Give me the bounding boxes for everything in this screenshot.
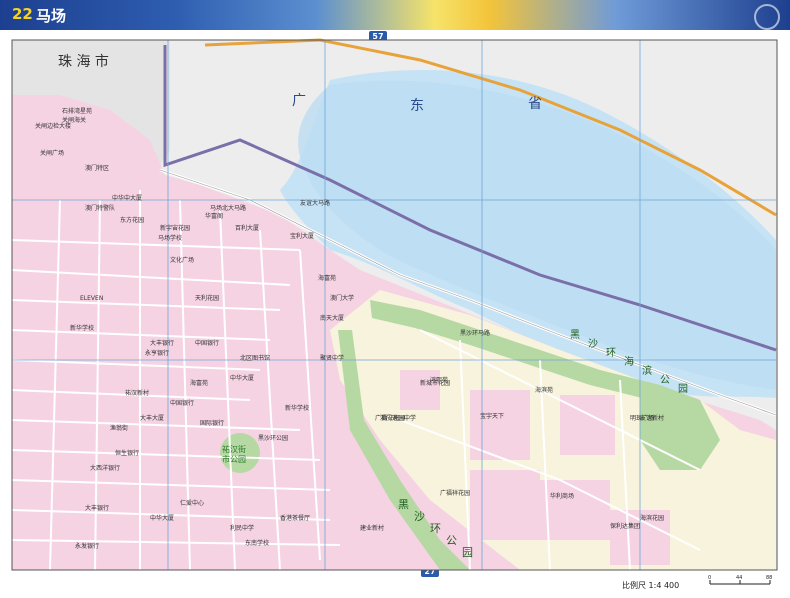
hei-sha-char-0: 黑 — [398, 498, 409, 511]
place-label: 海富苑 — [318, 274, 336, 282]
place-label: 中华中大厦 — [112, 194, 142, 202]
scale-tick-88: 88 — [766, 575, 772, 581]
place-label: 永发银行 — [75, 542, 99, 550]
place-label: 中华大厦 — [230, 374, 254, 382]
place-label: 祐汉新村 — [125, 389, 149, 397]
place-label: 大西洋银行 — [90, 464, 120, 472]
hei-sha-char-6: 公 — [446, 534, 457, 547]
place-label: 关闸广场 — [40, 149, 64, 157]
place-label: 文化广场 — [170, 256, 194, 264]
scale-ratio: 1:4 400 — [648, 581, 680, 590]
place-label: 澳门特警队 — [85, 204, 115, 212]
place-label: 中国银行 — [170, 399, 194, 407]
place-label: 渔翁街 — [110, 424, 128, 432]
scale-tick-0: 0 — [708, 575, 711, 581]
hei-sha-north-char-1: 沙 — [588, 338, 598, 350]
place-label: 华富阁 — [205, 212, 223, 220]
place-label: 鸿熙苑 — [430, 376, 448, 384]
place-label: 聚贤中学 — [320, 354, 344, 362]
place-label: 马场学校 — [158, 234, 182, 242]
hei-sha-north-char-0: 黑 — [570, 329, 580, 341]
hei-sha-north-char-3: 海 — [624, 355, 634, 368]
place-label: 建业新村 — [360, 524, 384, 532]
place-label: 新华学校 — [285, 404, 309, 412]
place-label: 国际银行 — [200, 419, 224, 427]
scale-ticks: 0 44 88 — [708, 575, 772, 585]
guangdong-char-2: 省 — [528, 96, 542, 112]
place-label: 大丰大厦 — [140, 414, 164, 422]
place-label: 大丰银行 — [85, 504, 109, 512]
place-label: 明珠广场 — [630, 414, 654, 422]
place-label: 南天大厦 — [320, 314, 344, 322]
park-label-mid: 祐汉街 — [222, 444, 246, 454]
place-label: 东方花园 — [120, 216, 144, 224]
place-label: 永亨银行 — [145, 349, 169, 357]
hei-sha-char-8: 园 — [462, 546, 473, 559]
place-label: 仁爱中心 — [180, 499, 204, 507]
place-label: 黑沙环公园 — [258, 435, 288, 442]
place-label: 新宇宙花园 — [160, 224, 190, 232]
place-label: 新华学校 — [70, 324, 94, 332]
map-page: 22 马场 57 27 ABCDE ABCD — [0, 0, 790, 598]
place-label: 恒生银行 — [115, 449, 139, 457]
place-label: 中国银行 — [195, 339, 219, 347]
scale-bar: 比例尺 1:4 400 — [622, 580, 679, 591]
region-zhuhai-label: 珠 海 市 — [58, 53, 109, 70]
place-label: 宝宇天下 — [480, 412, 504, 420]
hei-sha-char-2: 沙 — [414, 510, 425, 523]
guangdong-char-0: 广 — [292, 93, 306, 109]
park-label-mid-2: 市公园 — [222, 454, 246, 464]
place-label: 海滨苑 — [535, 386, 553, 394]
place-label: 石排湾星苑 — [62, 107, 92, 115]
place-label: 百利大厦 — [235, 224, 259, 232]
place-label: 香港茶餐厅 — [280, 514, 310, 522]
place-label: ELEVEN — [80, 295, 103, 302]
place-label: 东南学校 — [245, 539, 269, 547]
hei-sha-north-char-5: 公 — [660, 375, 670, 386]
place-label: 中华大厦 — [150, 514, 174, 522]
place-label: 马场北大马路 — [210, 204, 246, 212]
place-label: 保利达集团 — [610, 522, 640, 530]
hei-sha-north-char-2: 环 — [606, 348, 616, 359]
place-label: 海富苑 — [190, 379, 208, 387]
place-label: 广福祥花园 — [440, 489, 470, 497]
guangdong-char-1: 东 — [410, 98, 424, 114]
place-label: 大丰银行 — [150, 339, 174, 347]
place-label: 海滨花园 — [640, 514, 664, 522]
place-label: 澳门特区 — [85, 164, 109, 172]
place-label: 华利商场 — [550, 492, 574, 500]
place-label: 天利花园 — [195, 294, 219, 302]
scale-label: 比例尺 — [622, 581, 646, 590]
place-label: 利民中学 — [230, 524, 254, 532]
place-label: 广福安花园 — [375, 414, 405, 422]
place-label: 关闸边检大楼 — [35, 122, 71, 130]
place-label: 澳门大学 — [330, 294, 354, 302]
place-label: 友谊大马路 — [300, 199, 330, 207]
place-label: 黑沙环马路 — [460, 329, 490, 337]
hei-sha-char-4: 环 — [430, 522, 441, 535]
place-label: 宝利大厦 — [290, 232, 314, 240]
hei-sha-north-char-6: 园 — [678, 383, 688, 395]
map-canvas: 珠 海 市 广东省 祐汉街 市公园 黑沙环公园 黑沙环海滨公园 石排湾星苑关闸海… — [11, 38, 778, 571]
place-label: 北区图书馆 — [240, 354, 270, 362]
scale-tick-44: 44 — [736, 575, 742, 581]
hei-sha-north-char-4: 滨 — [642, 364, 652, 377]
